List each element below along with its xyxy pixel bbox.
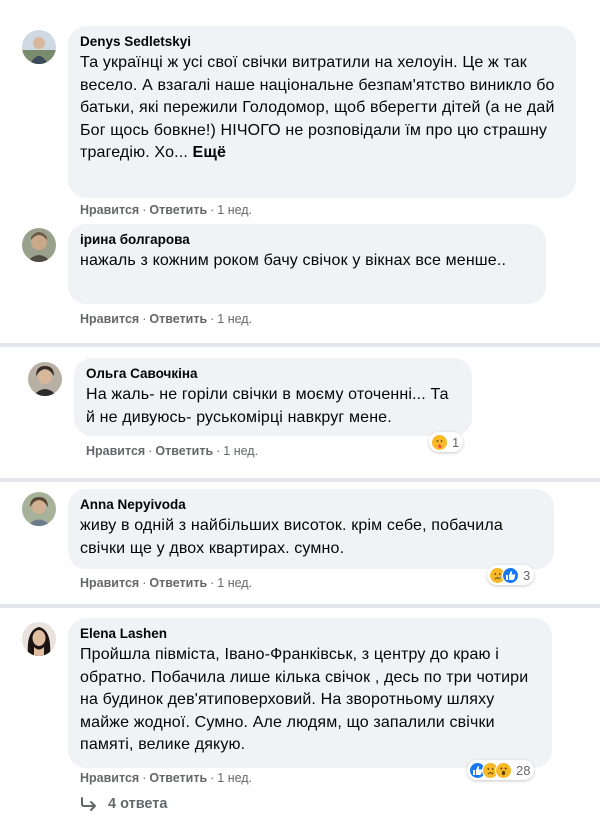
comment-actions: Нравится · Ответить · 1 нед.: [80, 771, 253, 785]
reply-link[interactable]: Ответить: [155, 444, 213, 458]
comment-author[interactable]: ірина болгарова: [80, 232, 534, 247]
reply-link[interactable]: Ответить: [149, 312, 207, 326]
comment-text: живу в одній з найбільших висоток. крім …: [80, 517, 503, 557]
reply-link[interactable]: Ответить: [149, 203, 207, 217]
reply-link[interactable]: Ответить: [149, 771, 207, 785]
comment-actions: Нравится · Ответить · 1 нед.: [80, 203, 253, 217]
comment-bubble: Ольга Савочкіна На жаль- не горіли свічк…: [74, 358, 472, 436]
avatar[interactable]: [22, 228, 56, 262]
care-icon: [431, 433, 448, 451]
avatar[interactable]: [28, 362, 62, 396]
comment-text: нажаль з кожним роком бачу свічок у вікн…: [80, 252, 507, 269]
comment-bubble: ірина болгарова нажаль з кожним роком ба…: [68, 224, 546, 304]
reaction-count: 28: [516, 762, 531, 778]
like-link[interactable]: Нравится: [80, 203, 139, 217]
avatar[interactable]: [22, 492, 56, 526]
comment-author[interactable]: Anna Nepyivoda: [80, 497, 542, 512]
reaction-count: 3: [523, 567, 531, 583]
comment-time[interactable]: 1 нед.: [217, 312, 252, 326]
reactions-summary[interactable]: 28: [467, 760, 535, 780]
comment-actions: Нравится · Ответить · 1 нед.: [80, 312, 253, 326]
avatar[interactable]: [22, 622, 56, 656]
reaction-count: 1: [452, 434, 460, 450]
like-icon: [502, 566, 519, 584]
reply-arrow-icon: [81, 797, 96, 811]
reactions-summary[interactable]: 3: [487, 565, 535, 585]
comment-time[interactable]: 1 нед.: [223, 444, 258, 458]
like-link[interactable]: Нравится: [80, 312, 139, 326]
comment-text: Та українці ж усі свої свічки витратили …: [80, 54, 555, 161]
see-more-link[interactable]: Ещё: [193, 144, 227, 161]
comment-bubble: Elena Lashen Пройшла півміста, Івано-Фра…: [68, 618, 552, 768]
wow-icon: [495, 761, 512, 779]
view-replies-button[interactable]: 4 ответа: [80, 796, 167, 812]
comment: ірина болгарова нажаль з кожним роком ба…: [0, 224, 600, 334]
comment-author[interactable]: Elena Lashen: [80, 626, 540, 641]
reply-link[interactable]: Ответить: [149, 576, 207, 590]
comment-author[interactable]: Ольга Савочкіна: [86, 366, 460, 381]
comment: Anna Nepyivoda живу в одній з найбільших…: [0, 482, 600, 602]
comment-time[interactable]: 1 нед.: [217, 576, 252, 590]
like-link[interactable]: Нравится: [86, 444, 145, 458]
comment-bubble: Anna Nepyivoda живу в одній з найбільших…: [68, 489, 554, 569]
comment-actions: Нравится · Ответить · 1 нед.: [80, 576, 253, 590]
avatar[interactable]: [22, 30, 56, 64]
comment-actions: Нравится · Ответить · 1 нед.: [86, 444, 259, 458]
like-link[interactable]: Нравится: [80, 576, 139, 590]
comment-author[interactable]: Denys Sedletskyi: [80, 34, 564, 49]
replies-label: 4 ответа: [108, 796, 168, 812]
comment: Ольга Савочкіна На жаль- не горіли свічк…: [0, 347, 600, 477]
comment-text: Пройшла півміста, Івано-Франківськ, з це…: [80, 646, 529, 753]
like-link[interactable]: Нравится: [80, 771, 139, 785]
comment-text: На жаль- не горіли свічки в моєму оточен…: [86, 386, 449, 426]
comment-time[interactable]: 1 нед.: [217, 771, 252, 785]
comment: Elena Lashen Пройшла півміста, Івано-Фра…: [0, 608, 600, 798]
comment: Denys Sedletskyi Та українці ж усі свої …: [0, 0, 600, 228]
reactions-summary[interactable]: 1: [429, 432, 464, 452]
comment-bubble: Denys Sedletskyi Та українці ж усі свої …: [68, 26, 576, 198]
comment-time[interactable]: 1 нед.: [217, 203, 252, 217]
